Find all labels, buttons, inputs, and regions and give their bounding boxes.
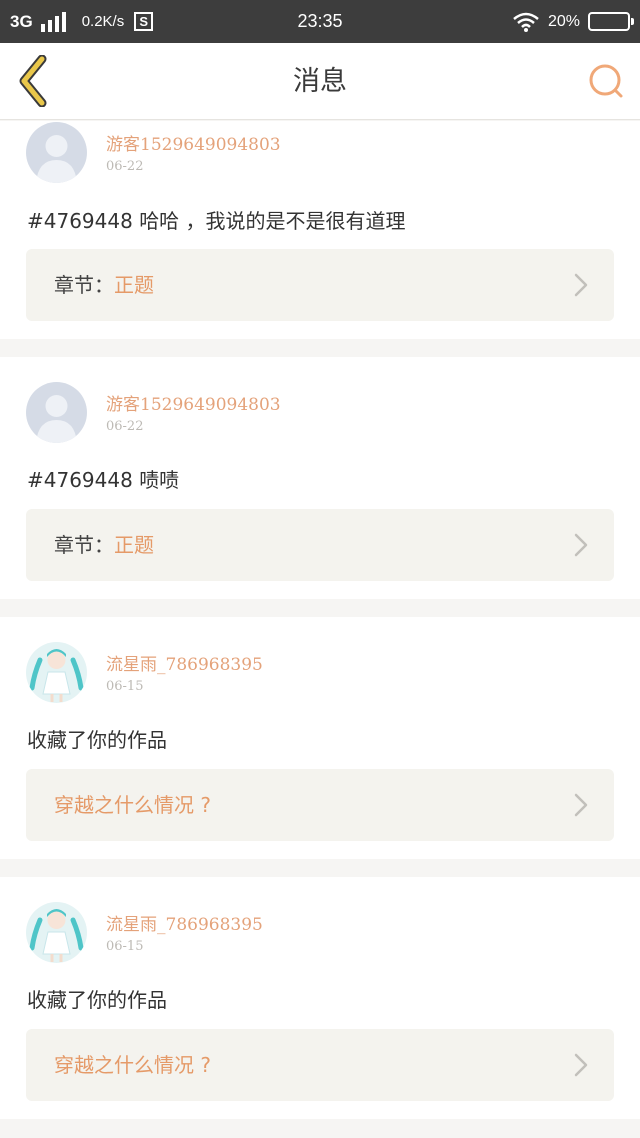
anime-avatar-icon <box>26 642 87 703</box>
battery-percent: 20% <box>547 12 580 30</box>
avatar[interactable] <box>26 902 87 963</box>
status-right: 20% <box>512 0 634 43</box>
work-title: 穿越之什么情况 ? <box>54 1053 211 1077</box>
chevron-right-icon <box>574 273 588 297</box>
message-card: 游客1529649094803 06-22 #4769448 啧啧 章节：正题 <box>0 357 640 599</box>
avatar[interactable] <box>26 122 87 183</box>
avatar[interactable] <box>26 642 87 703</box>
default-avatar-icon <box>26 382 87 443</box>
chapter-name: 正题 <box>114 273 154 297</box>
chapter-text: 章节：正题 <box>54 249 154 321</box>
chapter-text: 章节：正题 <box>54 509 154 581</box>
message-text: #4769448 啧啧 <box>27 468 180 492</box>
message-card: 流星雨_786968395 06-15 收藏了你的作品 穿越之什么情况 ? <box>0 617 640 859</box>
username[interactable]: 游客1529649094803 <box>106 390 281 415</box>
username[interactable]: 流星雨_786968395 <box>106 650 263 675</box>
page-title: 消息 <box>293 66 347 97</box>
message-date: 06-15 <box>106 939 144 954</box>
chapter-link[interactable]: 章节：正题 <box>26 249 614 321</box>
wifi-icon <box>513 12 539 32</box>
status-bar: 3G 0.2K/s S 23:35 20% <box>0 0 640 43</box>
chapter-label: 章节： <box>54 273 114 297</box>
chapter-link[interactable]: 章节：正题 <box>26 509 614 581</box>
anime-avatar-icon <box>26 902 87 963</box>
work-title: 穿越之什么情况 ? <box>54 793 211 817</box>
avatar[interactable] <box>26 382 87 443</box>
chapter-name: 正题 <box>114 533 154 557</box>
work-link[interactable]: 穿越之什么情况 ? <box>26 1029 614 1101</box>
search-button[interactable] <box>586 61 626 101</box>
app-header: 消息 <box>0 43 640 120</box>
username[interactable]: 流星雨_786968395 <box>106 910 263 935</box>
work-link[interactable]: 穿越之什么情况 ? <box>26 769 614 841</box>
message-text: 收藏了你的作品 <box>27 728 167 752</box>
message-text: 收藏了你的作品 <box>27 988 167 1012</box>
message-text: #4769448 哈哈 ，我说的是不是很有道理 <box>27 209 406 233</box>
message-card: 游客1529649094803 06-22 #4769448 哈哈 ，我说的是不… <box>0 121 640 339</box>
message-date: 06-22 <box>106 159 144 174</box>
username[interactable]: 游客1529649094803 <box>106 130 281 155</box>
search-icon <box>589 64 623 98</box>
chevron-right-icon <box>574 793 588 817</box>
message-date: 06-22 <box>106 419 144 434</box>
message-list[interactable]: 游客1529649094803 06-22 #4769448 哈哈 ，我说的是不… <box>0 121 640 1138</box>
chapter-label: 章节： <box>54 533 114 557</box>
chevron-right-icon <box>574 1053 588 1077</box>
message-card: 流星雨_786968395 06-15 收藏了你的作品 穿越之什么情况 ? <box>0 877 640 1119</box>
message-date: 06-15 <box>106 679 144 694</box>
chevron-right-icon <box>574 533 588 557</box>
battery-icon <box>588 12 634 31</box>
default-avatar-icon <box>26 122 87 183</box>
